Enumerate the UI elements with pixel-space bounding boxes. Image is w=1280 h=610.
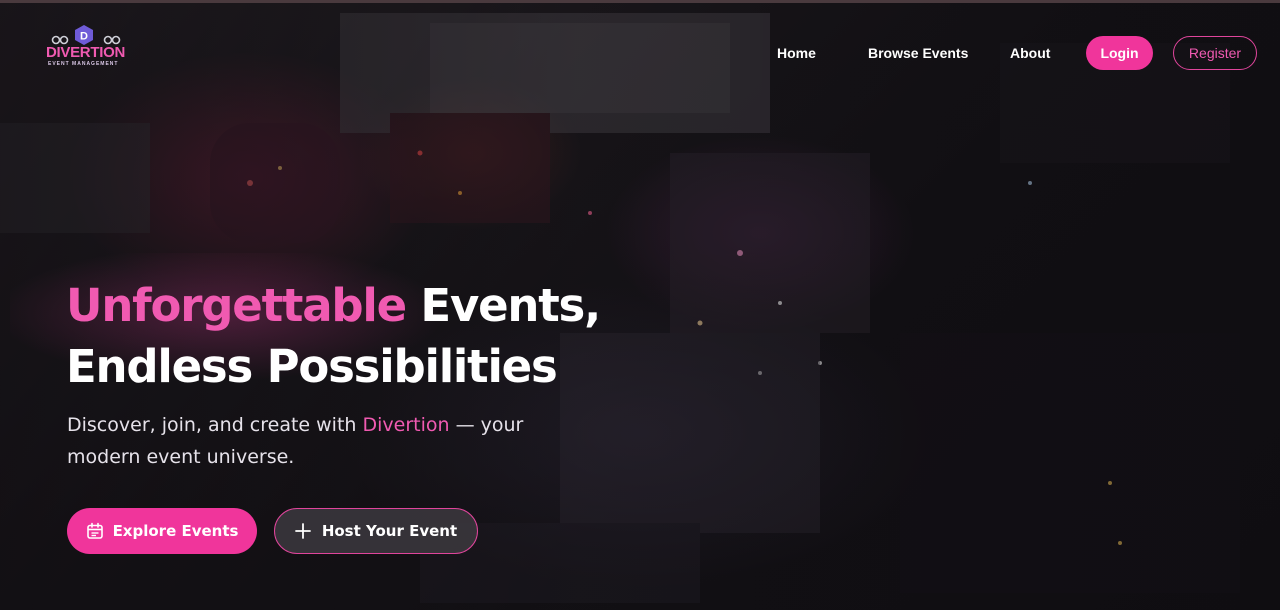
- brand-logo[interactable]: D DIVERTION EVENT MANAGEMENT: [46, 25, 126, 73]
- headline-accent: Unforgettable: [66, 279, 407, 332]
- plus-icon: [294, 523, 311, 539]
- hero-headline: Unforgettable Events, Endless Possibiliti…: [66, 275, 601, 397]
- landing-page: D DIVERTION EVENT MANAGEMENT Home Browse…: [0, 0, 1280, 610]
- headline-line2: Endless Possibilities: [66, 340, 558, 393]
- explore-events-button[interactable]: Explore Events: [67, 508, 257, 554]
- logo-wordmark: DIVERTION: [46, 44, 125, 61]
- nav-link-home[interactable]: Home: [777, 45, 816, 61]
- register-button[interactable]: Register: [1173, 36, 1257, 70]
- host-your-event-label: Host Your Event: [321, 522, 458, 540]
- calendar-icon: [86, 522, 104, 540]
- login-button[interactable]: Login: [1086, 36, 1153, 70]
- hero-subheading: Discover, join, and create with Divertio…: [67, 409, 587, 473]
- headline-line1-rest: Events,: [405, 279, 601, 332]
- subhead-brand-name: Divertion: [362, 414, 450, 436]
- logo-tagline: EVENT MANAGEMENT: [48, 61, 119, 67]
- explore-events-label: Explore Events: [112, 522, 239, 540]
- nav-link-browse-events[interactable]: Browse Events: [868, 45, 968, 61]
- host-your-event-button[interactable]: Host Your Event: [274, 508, 478, 554]
- nav-link-about[interactable]: About: [1010, 45, 1050, 61]
- subhead-text-start: Discover, join, and create with: [67, 414, 363, 436]
